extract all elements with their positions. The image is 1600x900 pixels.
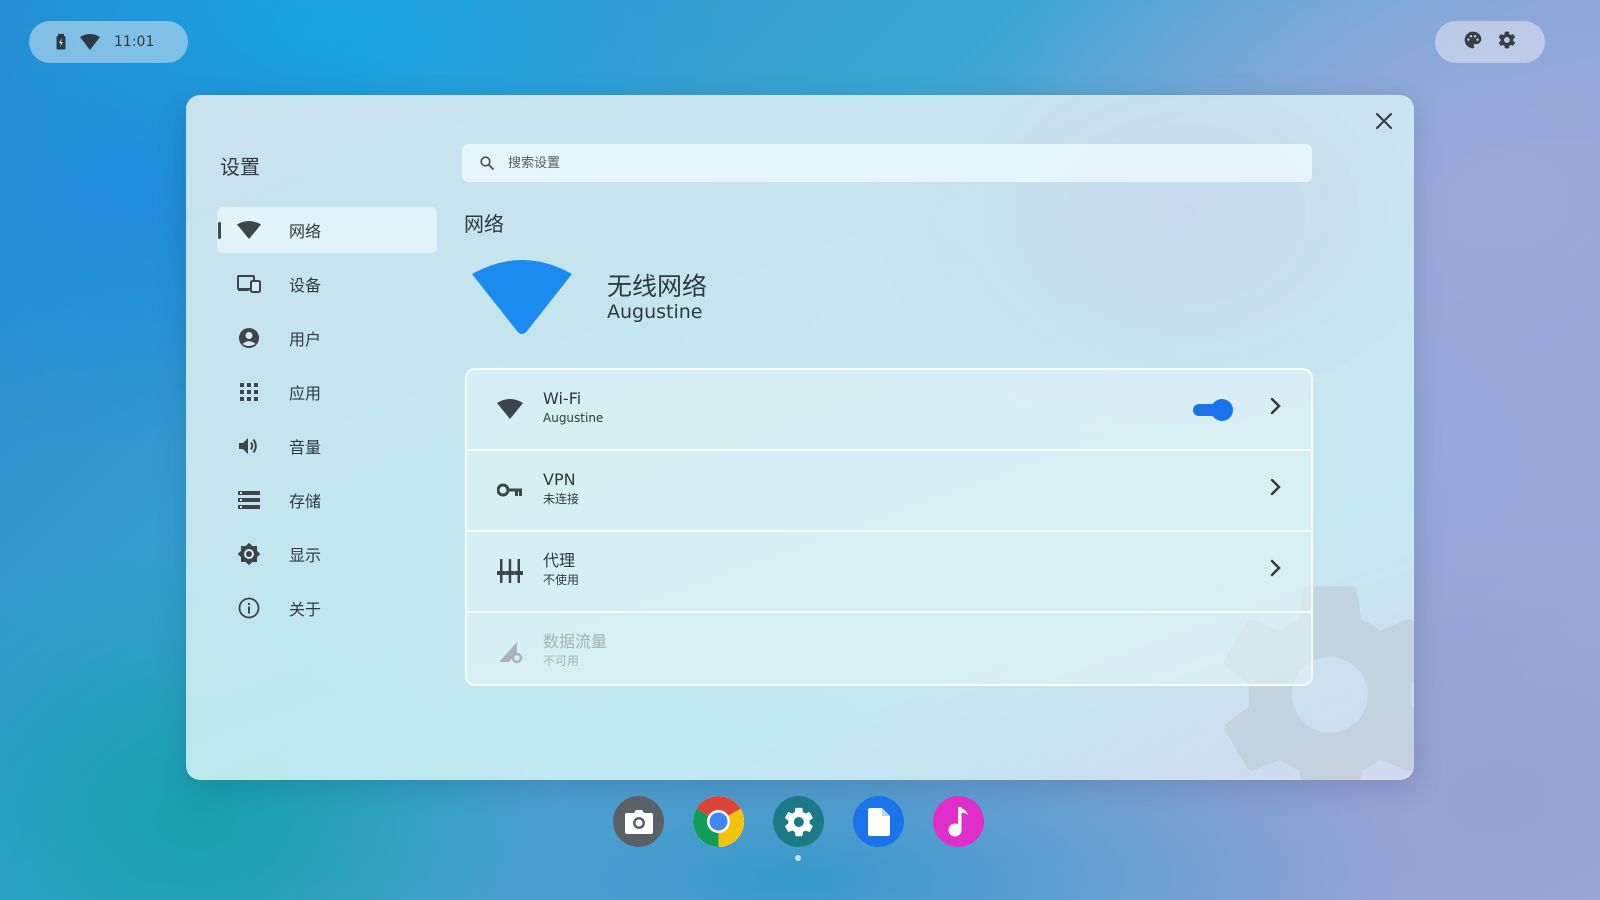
storage-icon: [237, 488, 261, 512]
account-icon: [237, 326, 261, 350]
settings-window: 设置 网络 设备 用户 应用 音量 存储 显示 关于 搜索设置 网络 无线网络 …: [186, 95, 1414, 780]
sidebar-item-label: 显示: [289, 546, 322, 565]
chrome-app-button[interactable]: [693, 796, 744, 847]
status-area[interactable]: 11:01: [29, 21, 188, 63]
music-note-icon: [948, 806, 968, 836]
palette-icon[interactable]: [1463, 30, 1483, 54]
wifi-icon: [80, 34, 100, 50]
chevron-right-icon[interactable]: [1269, 397, 1281, 415]
sidebar-item-label: 应用: [289, 384, 322, 403]
gear-icon: [784, 807, 813, 836]
wifi-icon: [237, 218, 261, 242]
vpn-row[interactable]: VPN 未连接: [467, 451, 1311, 532]
sidebar-item-label: 关于: [289, 600, 322, 619]
toggle-knob: [1211, 399, 1233, 421]
sidebar-item-users[interactable]: 用户: [217, 315, 437, 361]
music-app-button[interactable]: [933, 796, 984, 847]
row-subtitle: 不使用: [543, 573, 580, 587]
devices-icon: [237, 272, 261, 296]
proxy-row[interactable]: 代理 不使用: [467, 532, 1311, 613]
sidebar-item-devices[interactable]: 设备: [217, 261, 437, 307]
brightness-icon: [237, 542, 261, 566]
sidebar-item-apps[interactable]: 应用: [217, 369, 437, 415]
row-subtitle: Augustine: [543, 411, 604, 425]
file-icon: [867, 807, 890, 836]
sidebar-item-label: 网络: [289, 222, 322, 241]
row-subtitle: 不可用: [543, 654, 580, 668]
sidebar-item-label: 设备: [289, 276, 322, 295]
sidebar-item-display[interactable]: 显示: [217, 531, 437, 577]
wifi-toggle[interactable]: [1193, 399, 1233, 421]
apps-grid-icon: [237, 380, 261, 404]
sidebar-item-label: 存储: [289, 492, 322, 511]
search-icon: [480, 156, 494, 170]
close-icon: [1376, 113, 1392, 129]
gear-icon[interactable]: [1497, 30, 1517, 54]
sidebar-item-storage[interactable]: 存储: [217, 477, 437, 523]
row-title: Wi-Fi: [543, 389, 582, 408]
chrome-icon: [693, 796, 744, 847]
row-title: 代理: [543, 551, 576, 570]
row-title: VPN: [543, 470, 576, 489]
settings-app-button[interactable]: [773, 796, 824, 847]
quick-settings[interactable]: [1435, 21, 1545, 63]
network-hero-ssid: Augustine: [607, 301, 703, 323]
wifi-icon: [497, 396, 523, 422]
close-button[interactable]: [1370, 107, 1398, 135]
network-hero-title: 无线网络: [607, 272, 708, 301]
chevron-right-icon[interactable]: [1269, 478, 1281, 496]
running-indicator: [795, 855, 801, 861]
camera-app-button[interactable]: [613, 796, 664, 847]
app-title: 设置: [220, 155, 260, 179]
app-dock: [613, 796, 984, 847]
sidebar-item-about[interactable]: 关于: [217, 585, 437, 631]
search-input[interactable]: [506, 154, 1270, 172]
proxy-tune-icon: [497, 558, 523, 584]
sidebar-item-network[interactable]: 网络: [217, 207, 437, 253]
sidebar-item-volume[interactable]: 音量: [217, 423, 437, 469]
wifi-row[interactable]: Wi-Fi Augustine: [467, 370, 1311, 451]
search-bar[interactable]: [462, 144, 1312, 182]
wifi-icon: [472, 260, 572, 334]
files-app-button[interactable]: [853, 796, 904, 847]
network-settings-card: Wi-Fi Augustine VPN 未连接 代理 不使用 数据流量 不可用: [465, 368, 1313, 686]
chevron-right-icon[interactable]: [1269, 559, 1281, 577]
row-title: 数据流量: [543, 632, 608, 651]
cellular-data-icon: [497, 639, 523, 665]
vpn-key-icon: [497, 477, 523, 503]
sidebar-item-label: 用户: [289, 330, 322, 349]
clock-time: 11:01: [114, 34, 155, 50]
row-subtitle: 未连接: [543, 492, 580, 506]
sidebar-item-label: 音量: [289, 438, 322, 457]
mobile-data-row: 数据流量 不可用: [467, 613, 1311, 684]
volume-icon: [237, 434, 261, 458]
battery-icon: [56, 34, 66, 50]
section-title: 网络: [464, 212, 504, 236]
sidebar-nav: 网络 设备 用户 应用 音量 存储 显示 关于: [217, 207, 437, 639]
camera-icon: [624, 809, 653, 834]
info-icon: [237, 596, 261, 620]
